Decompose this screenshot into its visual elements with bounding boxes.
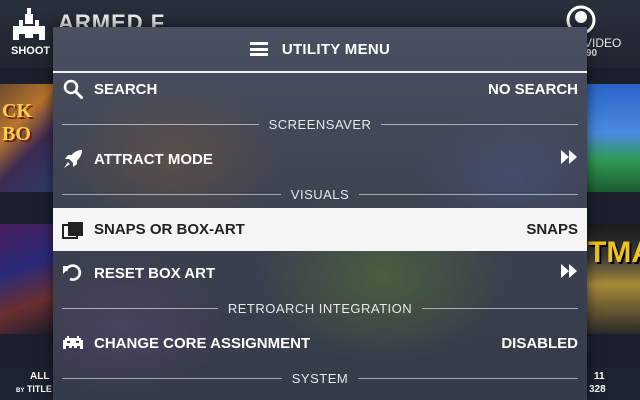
menu-item-snaps-or-box-art[interactable]: SNAPS OR BOX-ART SNAPS — [53, 208, 587, 251]
game-tile-text: CK BO — [2, 100, 32, 145]
position-counter: 11 — [594, 371, 605, 382]
fast-forward-icon — [560, 263, 578, 283]
spaceship-icon — [13, 8, 45, 40]
game-tile-right-bottom[interactable]: TMA — [586, 224, 640, 334]
year-label: 90 — [586, 48, 598, 59]
boxart-icon — [62, 219, 84, 241]
menu-header: UTILITY MENU — [53, 27, 587, 73]
invader-icon — [62, 332, 84, 354]
utility-menu: UTILITY MENU SEARCH NO SEARCH SCREENSAVE… — [53, 27, 587, 400]
game-tile-text: TMA — [588, 236, 640, 269]
section-header-retroarch-integration: RETROARCH INTEGRATION — [53, 298, 587, 318]
section-header-visuals: VISUALS — [53, 184, 587, 204]
section-header-system: SYSTEM — [53, 368, 587, 388]
filter-label[interactable]: ALL — [30, 371, 49, 382]
game-tile-left-top[interactable]: CK BO — [0, 84, 56, 192]
menu-item-label: RESET BOX ART — [94, 264, 216, 282]
menu-item-label: ATTRACT MODE — [94, 150, 213, 168]
section-title: RETROARCH INTEGRATION — [227, 300, 413, 316]
game-tile-right-top[interactable] — [586, 84, 640, 192]
search-icon — [62, 78, 84, 100]
section-header-screensaver: SCREENSAVER — [53, 114, 587, 134]
menu-item-value: DISABLED — [501, 334, 578, 352]
section-title: SYSTEM — [291, 370, 349, 386]
menu-item-change-core-assignment[interactable]: CHANGE CORE ASSIGNMENT DISABLED — [53, 323, 587, 363]
section-title: SCREENSAVER — [268, 116, 372, 132]
menu-item-attract-mode[interactable]: ATTRACT MODE — [53, 139, 587, 179]
sort-label[interactable]: BY TITLE — [16, 384, 52, 394]
menu-item-label: CHANGE CORE ASSIGNMENT — [94, 334, 311, 352]
menu-item-reset-box-art[interactable]: RESET BOX ART — [53, 253, 587, 293]
category-label: SHOOT — [11, 45, 51, 57]
menu-item-value: SNAPS — [526, 221, 578, 238]
menu-title: UTILITY MENU — [281, 40, 391, 58]
fast-forward-icon — [560, 149, 578, 169]
total-counter: 328 — [589, 384, 606, 395]
menu-item-search[interactable]: SEARCH NO SEARCH — [53, 69, 587, 109]
menu-item-label: SEARCH — [94, 80, 158, 98]
undo-icon — [62, 262, 84, 284]
hamburger-icon — [249, 42, 268, 56]
rocket-icon — [62, 148, 84, 170]
menu-item-value: NO SEARCH — [487, 80, 578, 98]
game-tile-left-bottom[interactable] — [0, 224, 56, 334]
sort-value: TITLE — [26, 384, 52, 394]
menu-item-label: SNAPS OR BOX-ART — [94, 221, 245, 238]
sort-prefix: BY — [16, 388, 25, 394]
section-title: VISUALS — [290, 186, 350, 202]
